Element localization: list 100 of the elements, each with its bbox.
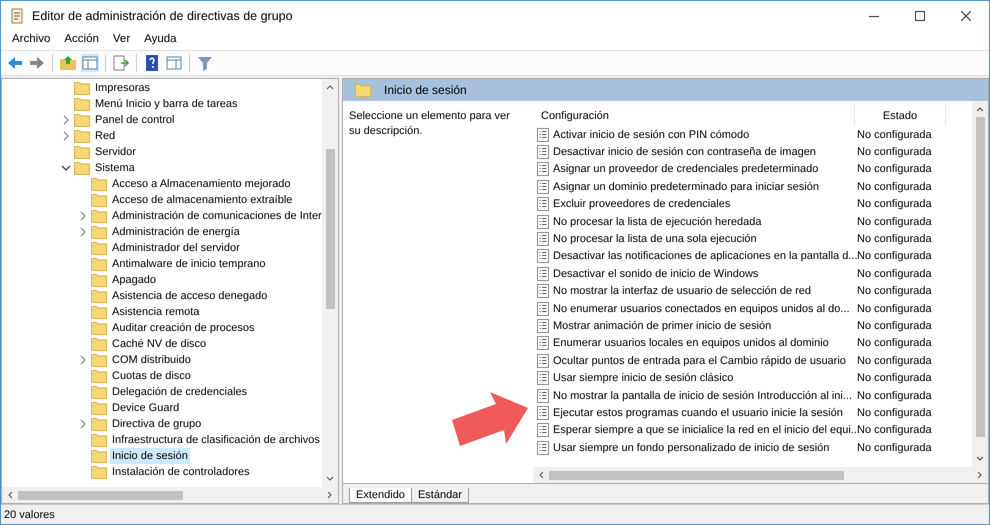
setting-item[interactable]: Ocultar puntos de entrada para el Cambio rápido de usuario bbox=[533, 354, 855, 368]
column-header[interactable]: Configuración bbox=[533, 105, 855, 126]
tree-item[interactable]: Red bbox=[93, 128, 118, 144]
state-cell-text: No configurada bbox=[856, 216, 932, 228]
tree-item[interactable]: Menú Inicio y barra de tareas bbox=[93, 96, 240, 112]
menu-item[interactable]: Acción bbox=[57, 33, 106, 45]
export-list-icon[interactable] bbox=[112, 54, 130, 72]
collapse-chevron-icon[interactable] bbox=[61, 164, 71, 172]
horizontal-scrollbar[interactable] bbox=[533, 467, 988, 483]
setting-item[interactable]: No mostrar la interfaz de usuario de selección de red bbox=[533, 284, 855, 298]
state-cell-text: No configurada bbox=[856, 233, 932, 246]
tree-item[interactable]: Asistencia de acceso denegado bbox=[110, 288, 270, 304]
policy-setting-icon bbox=[537, 406, 549, 420]
state-cell-text: No configurada bbox=[856, 390, 932, 402]
tree-item[interactable]: Acceso de almacenamiento extraíble bbox=[110, 192, 294, 208]
policy-setting-icon bbox=[537, 249, 549, 264]
help-icon[interactable] bbox=[143, 54, 161, 72]
policy-setting-icon bbox=[537, 440, 549, 455]
tree-item[interactable]: Cuotas de disco bbox=[110, 368, 193, 384]
back-arrow-icon[interactable] bbox=[6, 54, 24, 72]
state-cell-text: No configurada bbox=[856, 442, 932, 454]
state-cell-text: No configurada bbox=[856, 268, 932, 280]
scrollbar-thumb[interactable] bbox=[549, 470, 844, 480]
expand-chevron-icon[interactable] bbox=[79, 419, 87, 429]
console-tree-icon[interactable] bbox=[81, 54, 99, 72]
setting-item[interactable]: Desactivar inicio de sesión con contraseña de imagen bbox=[533, 145, 855, 160]
folder-icon bbox=[74, 145, 90, 159]
forward-arrow-icon[interactable] bbox=[28, 54, 46, 72]
view-tab[interactable]: Extendido bbox=[349, 488, 412, 503]
tree-item[interactable]: Acceso a Almacenamiento mejorado bbox=[110, 176, 293, 192]
expand-chevron-icon[interactable] bbox=[62, 115, 70, 125]
setting-item[interactable]: No enumerar usuarios conectados en equipos unidos al do... bbox=[533, 302, 855, 316]
folder-icon bbox=[91, 449, 107, 463]
state-cell-text: No configurada bbox=[856, 285, 932, 298]
action-pane-icon[interactable] bbox=[165, 54, 183, 72]
menu-item[interactable]: Ver bbox=[106, 33, 138, 45]
scrollbar-thumb[interactable] bbox=[326, 149, 334, 309]
maximize-icon[interactable] bbox=[915, 10, 925, 20]
setting-item[interactable]: Asignar un proveedor de credenciales predeterminado bbox=[533, 162, 855, 176]
tree-item[interactable]: Device Guard bbox=[110, 400, 182, 416]
column-header[interactable]: Estado bbox=[855, 105, 946, 126]
setting-item[interactable]: Mostrar animación de primer inicio de sesión bbox=[533, 318, 855, 333]
folder-icon bbox=[91, 369, 107, 383]
tree-item[interactable]: Inicio de sesión bbox=[110, 448, 190, 464]
view-tab[interactable]: Estándar bbox=[410, 488, 469, 503]
policy-setting-icon bbox=[537, 388, 549, 403]
tree-item[interactable]: Administrador del servidor bbox=[110, 240, 242, 256]
tree-item[interactable]: Antimalware de inicio temprano bbox=[110, 256, 268, 272]
tree-item[interactable]: Auditar creación de procesos bbox=[110, 320, 256, 336]
expand-chevron-icon[interactable] bbox=[79, 227, 87, 237]
setting-item[interactable]: Ejecutar estos programas cuando el usuario inicie la sesión bbox=[533, 406, 855, 420]
folder-up-icon[interactable] bbox=[59, 54, 77, 72]
tree-item[interactable]: Caché NV de disco bbox=[110, 336, 208, 352]
policy-setting-icon bbox=[537, 162, 549, 176]
close-icon[interactable] bbox=[961, 10, 971, 20]
setting-item[interactable]: Desactivar las notificaciones de aplicaciones en la pantalla d... bbox=[533, 249, 855, 264]
policy-setting-icon bbox=[537, 318, 549, 333]
state-cell-text: No configurada bbox=[856, 180, 932, 193]
vertical-scrollbar[interactable] bbox=[972, 101, 988, 467]
setting-item[interactable]: Enumerar usuarios locales en equipos unidos al dominio bbox=[533, 336, 855, 350]
setting-item[interactable]: No mostrar la pantalla de inicio de sesión Introducción al ini... bbox=[533, 388, 855, 403]
vertical-scrollbar[interactable] bbox=[322, 79, 338, 487]
setting-item[interactable]: No procesar la lista de una sola ejecución bbox=[533, 232, 855, 246]
scrollbar-thumb[interactable] bbox=[18, 490, 183, 500]
policy-setting-icon bbox=[537, 214, 549, 229]
tree-item[interactable]: Directiva de grupo bbox=[110, 416, 204, 432]
tree-item[interactable]: Administración de energía bbox=[110, 224, 242, 240]
horizontal-scrollbar[interactable] bbox=[2, 487, 338, 503]
expand-chevron-icon[interactable] bbox=[79, 211, 87, 221]
window-title: Editor de administración de directivas de grupo bbox=[32, 8, 294, 22]
tree-item[interactable]: Panel de control bbox=[93, 112, 176, 128]
tree-item[interactable]: Sistema bbox=[93, 160, 137, 176]
setting-item[interactable]: Excluir proveedores de credenciales bbox=[533, 197, 855, 212]
setting-item[interactable]: Activar inicio de sesión con PIN cómodo bbox=[533, 128, 855, 142]
tree-item[interactable]: Instalación de controladores bbox=[110, 464, 252, 480]
setting-item[interactable]: Asignar un dominio predeterminado para iniciar sesión bbox=[533, 180, 855, 194]
filter-icon[interactable] bbox=[196, 54, 214, 72]
tree-item[interactable]: Delegación de credenciales bbox=[110, 384, 250, 400]
description-text: Seleccione un elemento para ver su descripción. bbox=[349, 109, 511, 139]
state-cell-text: No configurada bbox=[856, 146, 932, 158]
policy-setting-icon bbox=[537, 336, 549, 350]
policy-setting-icon bbox=[537, 128, 549, 142]
tree-item[interactable]: COM distribuido bbox=[110, 352, 193, 368]
setting-item[interactable]: Usar siempre inicio de sesión clásico bbox=[533, 371, 855, 386]
tree-item[interactable]: Impresoras bbox=[93, 80, 152, 96]
tree-item[interactable]: Asistencia remota bbox=[110, 304, 202, 320]
setting-item[interactable]: No procesar la lista de ejecución heredada bbox=[533, 214, 855, 229]
state-cell-text: No configurada bbox=[856, 198, 932, 210]
setting-item[interactable]: Usar siempre un fondo personalizado de inicio de sesión bbox=[533, 440, 855, 455]
menu-item[interactable]: Archivo bbox=[5, 33, 58, 45]
folder-icon bbox=[74, 161, 90, 175]
tree-item[interactable]: Administración de comunicaciones de Inter bbox=[110, 208, 322, 224]
expand-chevron-icon[interactable] bbox=[62, 131, 70, 141]
menu-item[interactable]: Ayuda bbox=[137, 33, 184, 45]
expand-chevron-icon[interactable] bbox=[79, 355, 87, 365]
scrollbar-thumb[interactable] bbox=[976, 117, 984, 437]
tree-item[interactable]: Apagado bbox=[110, 272, 158, 288]
tree-item[interactable]: Servidor bbox=[93, 144, 138, 160]
setting-item[interactable]: Desactivar el sonido de inicio de Windows bbox=[533, 266, 855, 281]
tree-item[interactable]: Infraestructura de clasificación de archivos bbox=[110, 432, 322, 448]
